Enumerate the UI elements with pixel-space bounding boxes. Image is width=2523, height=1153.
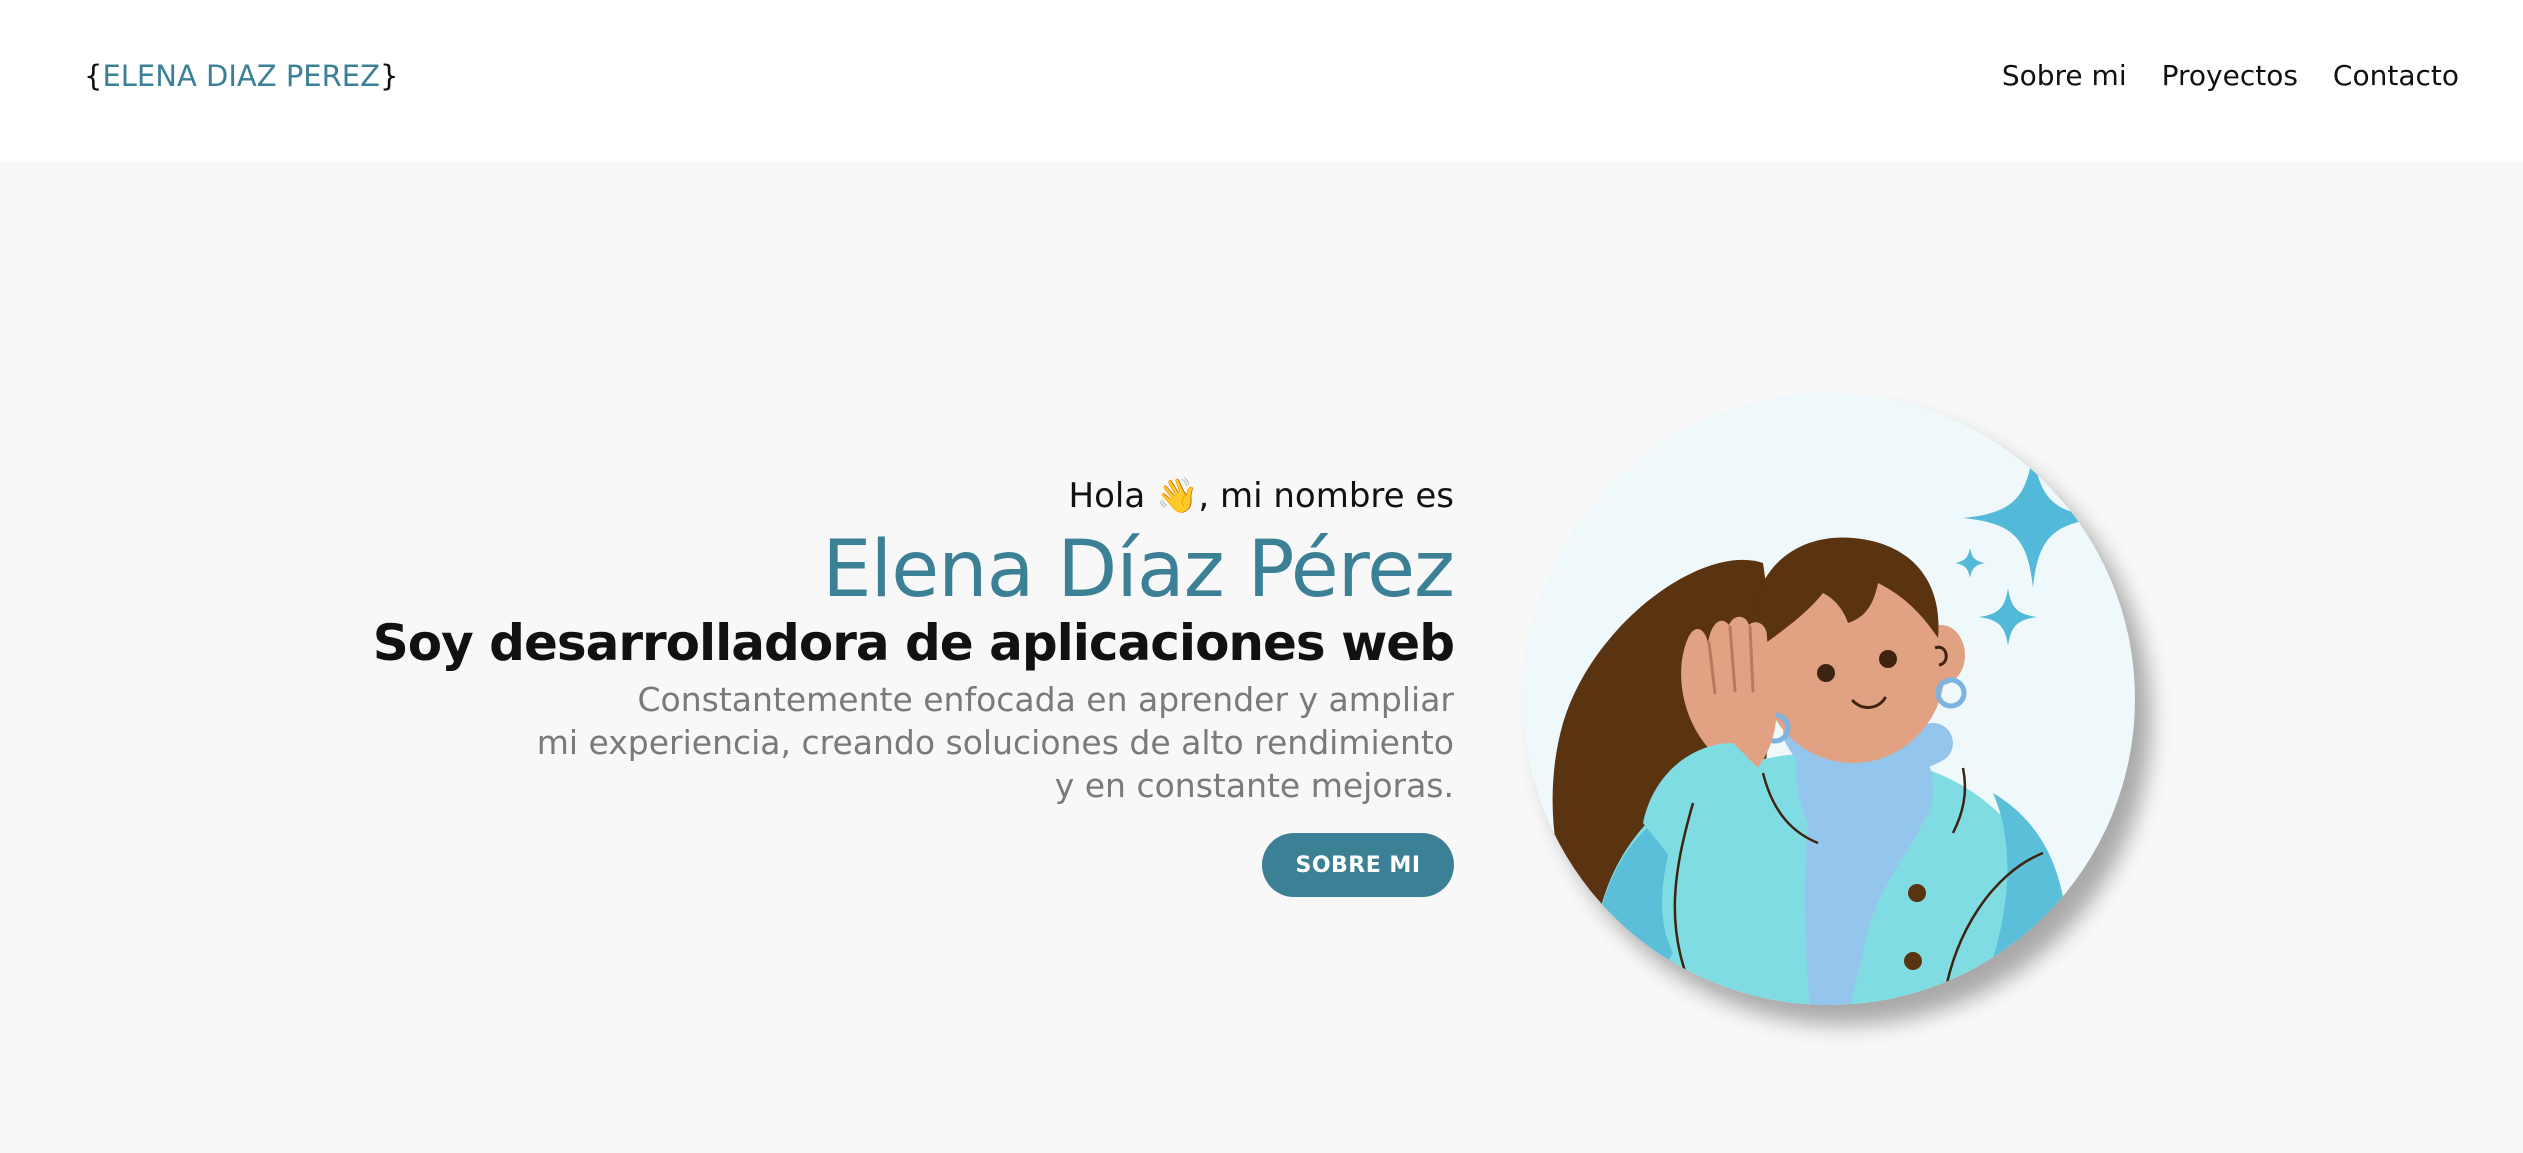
logo-name: ELENA DIAZ PEREZ bbox=[102, 59, 380, 93]
jacket-button bbox=[1908, 884, 1926, 902]
hero-intro: Hola 👋, mi nombre es Elena Díaz Pérez So… bbox=[254, 468, 1455, 897]
ear-right bbox=[1917, 625, 1965, 685]
logo-close-brace: } bbox=[379, 59, 399, 93]
hero-name: Elena Díaz Pérez bbox=[822, 525, 1455, 615]
hero-role: Soy desarrolladora de aplicaciones web bbox=[372, 614, 1455, 672]
eye-right bbox=[1879, 650, 1897, 668]
sparkle-medium-icon bbox=[1979, 588, 2037, 646]
nav-link-sobre-mi[interactable]: Sobre mi bbox=[2002, 54, 2127, 98]
woman-listening-illustration bbox=[1552, 448, 2103, 1005]
description-line: mi experiencia, creando soluciones de al… bbox=[536, 723, 1454, 762]
greeting-suffix: , mi nombre es bbox=[1198, 476, 1454, 516]
sobre-mi-button[interactable]: SOBRE MI bbox=[1262, 833, 1454, 897]
hero-description: Constantemente enfocada en aprender y am… bbox=[254, 678, 1454, 807]
eye-left bbox=[1817, 664, 1835, 682]
waving-hand-icon: 👋 bbox=[1156, 476, 1199, 516]
avatar-illustration bbox=[1523, 393, 2135, 1005]
site-header: {ELENA DIAZ PEREZ} Sobre mi Proyectos Co… bbox=[0, 0, 2523, 162]
jacket-button bbox=[1904, 952, 1922, 970]
greeting-line: Hola 👋, mi nombre es bbox=[254, 468, 1454, 524]
greeting-prefix: Hola bbox=[1068, 476, 1146, 516]
logo-link[interactable]: {ELENA DIAZ PEREZ} bbox=[84, 56, 398, 96]
earring-right bbox=[1935, 677, 1967, 709]
nav-link-proyectos[interactable]: Proyectos bbox=[2162, 54, 2298, 98]
nav-link-contacto[interactable]: Contacto bbox=[2333, 54, 2459, 98]
description-line: Constantemente enfocada en aprender y am… bbox=[637, 680, 1454, 719]
description-line: y en constante mejoras. bbox=[1054, 766, 1454, 805]
sparkle-small-icon bbox=[1955, 548, 1985, 578]
logo-open-brace: { bbox=[84, 59, 103, 93]
main-nav: Sobre mi Proyectos Contacto bbox=[2002, 54, 2459, 98]
